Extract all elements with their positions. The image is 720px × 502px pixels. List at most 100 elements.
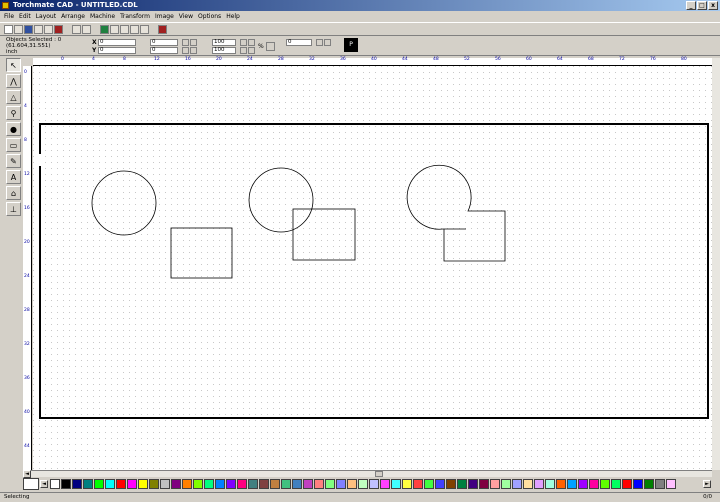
- palette-color-swatch[interactable]: [204, 479, 214, 489]
- palette-color-swatch[interactable]: [545, 479, 555, 489]
- mirror-button[interactable]: P: [344, 38, 358, 52]
- text-tool-icon[interactable]: A: [6, 170, 21, 184]
- palette-color-swatch[interactable]: [358, 479, 368, 489]
- palette-color-swatch[interactable]: [446, 479, 456, 489]
- vertical-scrollbar[interactable]: [712, 58, 720, 470]
- palette-color-swatch[interactable]: [666, 479, 676, 489]
- palette-color-swatch[interactable]: [578, 479, 588, 489]
- height-spinner[interactable]: [182, 47, 189, 54]
- import-icon[interactable]: [34, 25, 43, 34]
- palette-color-swatch[interactable]: [215, 479, 225, 489]
- palette-color-swatch[interactable]: [468, 479, 478, 489]
- palette-scroll-left[interactable]: ◄: [40, 480, 48, 488]
- palette-color-swatch[interactable]: [556, 479, 566, 489]
- palette-color-swatch[interactable]: [149, 479, 159, 489]
- palette-color-swatch[interactable]: [127, 479, 137, 489]
- height-lock-icon[interactable]: [190, 47, 197, 54]
- palette-color-swatch[interactable]: [182, 479, 192, 489]
- palette-color-swatch[interactable]: [413, 479, 423, 489]
- palette-color-swatch[interactable]: [83, 479, 93, 489]
- palette-color-swatch[interactable]: [644, 479, 654, 489]
- menu-options[interactable]: Options: [198, 13, 221, 20]
- close-button[interactable]: x: [708, 1, 718, 10]
- save-icon[interactable]: [24, 25, 33, 34]
- zoom-tool-icon[interactable]: ⚲: [6, 106, 21, 120]
- current-color-swatch[interactable]: [23, 478, 39, 490]
- copy-icon[interactable]: [110, 25, 119, 34]
- width-field[interactable]: 0: [150, 39, 178, 46]
- rotation-down[interactable]: [324, 39, 331, 46]
- palette-color-swatch[interactable]: [292, 479, 302, 489]
- palette-color-swatch[interactable]: [567, 479, 577, 489]
- palette-color-swatch[interactable]: [116, 479, 126, 489]
- torch-icon[interactable]: [158, 25, 167, 34]
- width-lock-icon[interactable]: [190, 39, 197, 46]
- scale-height-down[interactable]: [248, 47, 255, 54]
- palette-color-swatch[interactable]: [237, 479, 247, 489]
- palette-color-swatch[interactable]: [347, 479, 357, 489]
- menu-arrange[interactable]: Arrange: [61, 13, 85, 20]
- rotation-field[interactable]: 0: [286, 39, 312, 46]
- machine-icon[interactable]: [54, 25, 63, 34]
- menu-image[interactable]: Image: [155, 13, 174, 20]
- palette-color-swatch[interactable]: [655, 479, 665, 489]
- menu-edit[interactable]: Edit: [19, 13, 31, 20]
- scale-width-down[interactable]: [248, 39, 255, 46]
- scale-width-spinner[interactable]: [240, 39, 247, 46]
- rotation-spinner[interactable]: [316, 39, 323, 46]
- cut-icon[interactable]: [100, 25, 109, 34]
- palette-color-swatch[interactable]: [171, 479, 181, 489]
- palette-color-swatch[interactable]: [457, 479, 467, 489]
- palette-color-swatch[interactable]: [138, 479, 148, 489]
- palette-color-swatch[interactable]: [226, 479, 236, 489]
- delete-icon[interactable]: [130, 25, 139, 34]
- palette-color-swatch[interactable]: [523, 479, 533, 489]
- palette-color-swatch[interactable]: [435, 479, 445, 489]
- palette-color-swatch[interactable]: [424, 479, 434, 489]
- pen-tool-icon[interactable]: ✎: [6, 154, 21, 168]
- palette-color-swatch[interactable]: [369, 479, 379, 489]
- redo-icon[interactable]: [82, 25, 91, 34]
- palette-color-swatch[interactable]: [325, 479, 335, 489]
- palette-color-swatch[interactable]: [380, 479, 390, 489]
- line-tool-icon[interactable]: △: [6, 90, 21, 104]
- palette-color-swatch[interactable]: [622, 479, 632, 489]
- width-spinner[interactable]: [182, 39, 189, 46]
- scale-height-field[interactable]: 100: [212, 47, 236, 54]
- palette-color-swatch[interactable]: [490, 479, 500, 489]
- horizontal-scrollbar[interactable]: ◄: [23, 470, 712, 478]
- paste-icon[interactable]: [120, 25, 129, 34]
- palette-color-swatch[interactable]: [501, 479, 511, 489]
- maximize-button[interactable]: □: [697, 1, 707, 10]
- drawing-canvas[interactable]: [33, 66, 712, 470]
- palette-color-swatch[interactable]: [633, 479, 643, 489]
- palette-color-swatch[interactable]: [600, 479, 610, 489]
- proportional-lock-icon[interactable]: [266, 42, 275, 51]
- palette-color-swatch[interactable]: [534, 479, 544, 489]
- palette-color-swatch[interactable]: [259, 479, 269, 489]
- palette-color-swatch[interactable]: [270, 479, 280, 489]
- menu-file[interactable]: File: [4, 13, 14, 20]
- minimize-button[interactable]: _: [686, 1, 696, 10]
- palette-color-swatch[interactable]: [589, 479, 599, 489]
- scale-width-field[interactable]: 100: [212, 39, 236, 46]
- palette-color-swatch[interactable]: [479, 479, 489, 489]
- open-folder-icon[interactable]: [14, 25, 23, 34]
- menu-layout[interactable]: Layout: [36, 13, 56, 20]
- lead-in-tool-icon[interactable]: ⌂: [6, 186, 21, 200]
- palette-color-swatch[interactable]: [336, 479, 346, 489]
- palette-color-swatch[interactable]: [105, 479, 115, 489]
- height-field[interactable]: 0: [150, 47, 178, 54]
- palette-color-swatch[interactable]: [94, 479, 104, 489]
- new-file-icon[interactable]: [4, 25, 13, 34]
- palette-color-swatch[interactable]: [611, 479, 621, 489]
- x-position-field[interactable]: 0: [98, 39, 136, 46]
- pick-tool-icon[interactable]: ↖: [6, 58, 21, 72]
- shape-tool-icon[interactable]: ⋀: [6, 74, 21, 88]
- menu-help[interactable]: Help: [226, 13, 240, 20]
- y-position-field[interactable]: 0: [98, 47, 136, 54]
- palette-color-swatch[interactable]: [314, 479, 324, 489]
- palette-color-swatch[interactable]: [248, 479, 258, 489]
- palette-color-swatch[interactable]: [61, 479, 71, 489]
- print-icon[interactable]: [44, 25, 53, 34]
